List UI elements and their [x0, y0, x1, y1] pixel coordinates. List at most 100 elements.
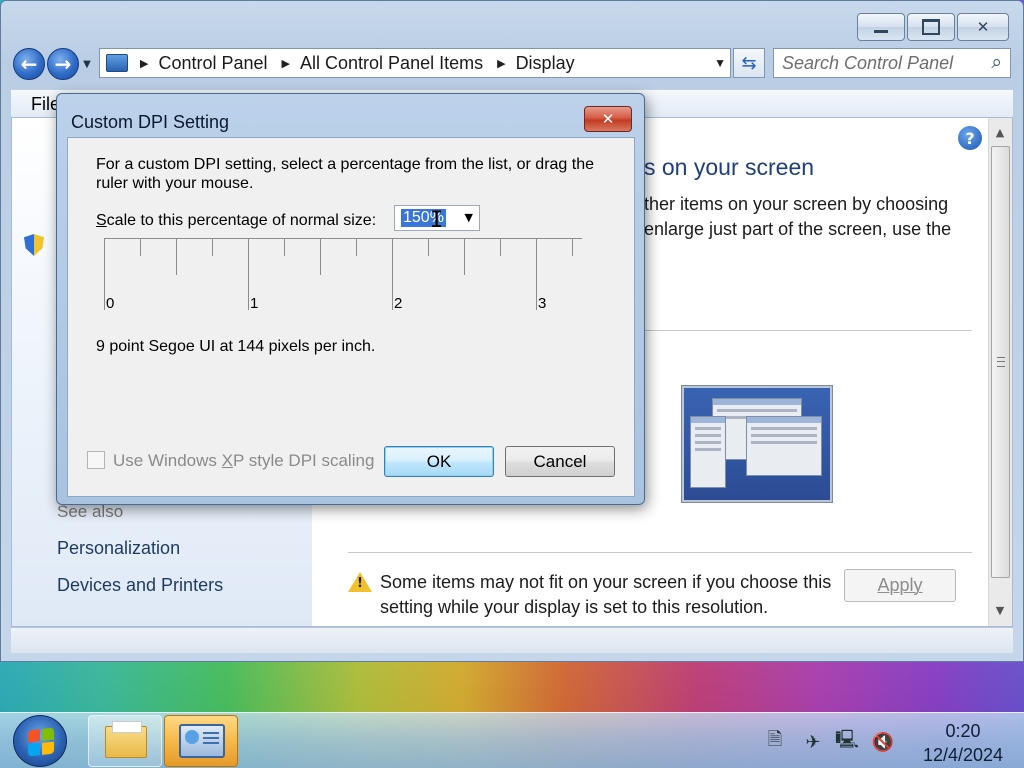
xp-label-post: P style DPI scaling — [232, 451, 375, 470]
ruler-tick — [140, 238, 141, 256]
divider — [644, 330, 972, 331]
clock-time: 0:20 — [945, 721, 981, 741]
ruler-tick — [572, 238, 573, 256]
scale-label-accesskey: S — [96, 212, 107, 229]
scroll-down-icon[interactable]: ▼ — [993, 604, 1007, 618]
chevron-down-icon[interactable]: ▼ — [465, 211, 473, 224]
dpi-info-text: 9 point Segoe UI at 144 pixels per inch. — [96, 338, 376, 355]
scale-label-text: cale to this percentage of normal size: — [106, 212, 377, 229]
ruler-tick — [320, 238, 321, 275]
ruler-tick — [428, 238, 429, 256]
apply-button[interactable]: Apply — [844, 569, 956, 602]
ruler-tick — [176, 238, 177, 275]
recent-pages-dropdown[interactable]: ▼ — [81, 58, 93, 70]
ruler-tick — [104, 238, 105, 310]
taskbar: 🗎 ✈ 🖳 🔇 0:20 12/4/2024 — [0, 712, 1024, 768]
network-icon[interactable]: 🖳 — [835, 729, 859, 753]
xp-style-scaling-checkbox[interactable] — [87, 451, 105, 469]
link-personalization[interactable]: Personalization — [57, 538, 180, 559]
search-input[interactable]: Search Control Panel ⌕ — [773, 48, 1011, 78]
scroll-up-icon[interactable]: ▲ — [993, 126, 1007, 140]
see-also-heading: See also — [57, 502, 124, 521]
dialog-body: For a custom DPI setting, select a perce… — [67, 137, 635, 497]
ruler-tick — [464, 238, 465, 275]
page-title: s on your screen — [644, 154, 815, 180]
maximize-button[interactable] — [907, 13, 955, 41]
vertical-scrollbar[interactable]: ▲ ▼ — [988, 118, 1012, 626]
cancel-button[interactable]: Cancel — [505, 446, 615, 477]
dialog-instructions: For a custom DPI setting, select a perce… — [96, 156, 595, 192]
ruler-tick — [284, 238, 285, 256]
preview-window-front — [746, 416, 822, 476]
volume-muted-icon[interactable]: 🔇 — [872, 731, 894, 753]
ok-button[interactable]: OK — [384, 446, 494, 477]
address-dropdown-icon[interactable]: ▼ — [714, 56, 726, 70]
shield-icon — [24, 234, 44, 256]
dialog-title: Custom DPI Setting — [71, 112, 230, 132]
search-placeholder: Search Control Panel — [782, 52, 954, 73]
ruler-tick — [500, 238, 501, 256]
close-window-button[interactable] — [957, 13, 1009, 41]
breadcrumb-all-items[interactable]: All Control Panel Items — [300, 53, 483, 74]
help-icon[interactable]: ? — [958, 126, 982, 150]
action-center-icon[interactable]: 🗎 — [764, 729, 786, 753]
search-icon[interactable]: ⌕ — [991, 52, 1002, 74]
status-bar — [11, 627, 1013, 653]
ruler-number: 1 — [250, 295, 259, 312]
breadcrumb-display[interactable]: Display — [516, 53, 575, 74]
xp-style-scaling-label: Use Windows XP style DPI scaling — [113, 451, 374, 471]
control-panel-icon — [179, 724, 225, 758]
ruler-number: 2 — [394, 295, 403, 312]
control-panel-icon — [106, 54, 128, 72]
clock-date: 12/4/2024 — [922, 745, 1004, 765]
dpi-ruler[interactable]: 0 1 2 3 — [104, 238, 584, 314]
taskbar-explorer-button[interactable] — [88, 715, 162, 767]
minimize-icon — [874, 22, 888, 33]
refresh-button[interactable]: ⇆ — [733, 48, 765, 78]
ruler-number: 3 — [538, 295, 547, 312]
navigation-buttons: ← → ▼ — [13, 47, 93, 81]
breadcrumb-separator-icon[interactable]: ▶ — [497, 57, 505, 70]
refresh-icon: ⇆ — [741, 52, 757, 74]
grip-icon — [997, 357, 1005, 367]
ruler-tick — [212, 238, 213, 256]
breadcrumb-separator-icon[interactable]: ▶ — [140, 57, 148, 70]
windows-logo-icon — [28, 727, 54, 757]
ibeam-cursor-icon: I — [430, 208, 444, 233]
ruler-tick — [536, 238, 537, 310]
minimize-button[interactable] — [857, 13, 905, 41]
window-caption-buttons — [857, 13, 1009, 41]
start-button[interactable] — [13, 715, 67, 767]
preview-window-left — [690, 416, 726, 488]
link-devices-and-printers[interactable]: Devices and Printers — [57, 575, 223, 596]
taskbar-control-panel-button[interactable] — [164, 715, 238, 767]
address-bar[interactable]: ▶ Control Panel ▶ All Control Panel Item… — [99, 48, 731, 78]
scale-label: Scale to this percentage of normal size: — [96, 212, 376, 230]
divider — [348, 552, 972, 553]
xp-label-pre: Use Windows — [113, 451, 222, 470]
back-button[interactable]: ← — [13, 48, 45, 80]
page-description: ther items on your screen by choosing en… — [644, 194, 952, 239]
close-icon — [977, 19, 990, 35]
dialog-close-button[interactable]: ✕ — [584, 106, 632, 132]
back-arrow-icon: ← — [20, 52, 38, 76]
breadcrumb-separator-icon[interactable]: ▶ — [282, 57, 290, 70]
maximize-icon — [922, 19, 940, 35]
forward-button[interactable]: → — [47, 48, 79, 80]
resolution-warning-text: Some items may not fit on your screen if… — [380, 572, 832, 617]
breadcrumb-control-panel[interactable]: Control Panel — [158, 53, 267, 74]
forward-arrow-icon: → — [54, 52, 72, 76]
scroll-thumb[interactable] — [991, 146, 1010, 578]
ruler-tick — [356, 238, 357, 256]
network-status-icon[interactable]: ✈ — [802, 731, 824, 753]
xp-label-accesskey: X — [221, 451, 233, 470]
clock[interactable]: 0:20 12/4/2024 — [918, 719, 1008, 767]
display-preview-image — [682, 386, 832, 502]
ruler-tick — [248, 238, 249, 310]
close-icon: ✕ — [601, 110, 615, 128]
warning-icon — [348, 572, 372, 592]
custom-dpi-dialog: Custom DPI Setting ✕ For a custom DPI se… — [56, 93, 645, 505]
ruler-tick — [392, 238, 393, 310]
folder-icon — [105, 721, 147, 758]
ruler-number: 0 — [106, 295, 115, 312]
